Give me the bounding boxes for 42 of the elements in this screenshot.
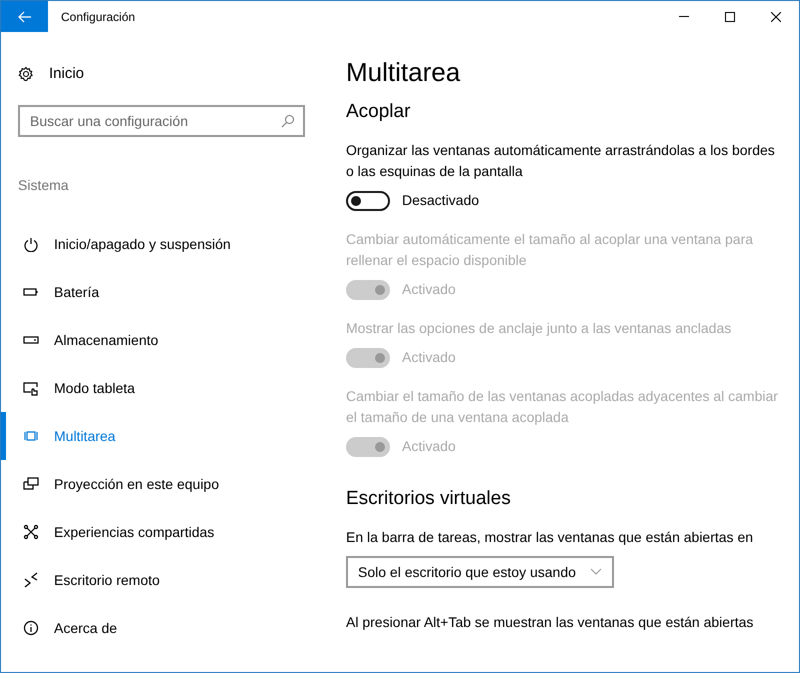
sidebar-item[interactable]: Batería: [1, 268, 321, 316]
toggle-state-label: Activado: [402, 348, 456, 367]
sidebar-item[interactable]: Escritorio remoto: [1, 556, 321, 604]
window-title: Configuración: [61, 8, 136, 26]
section-heading: Acoplar: [346, 100, 412, 124]
toggle-state-label: Desactivado: [402, 191, 480, 210]
back-arrow-icon: [18, 10, 32, 22]
search-icon: [281, 114, 295, 128]
sidebar-item[interactable]: Modo tableta: [1, 364, 321, 412]
toggle-switch[interactable]: [346, 190, 390, 210]
group-heading: Sistema: [18, 176, 70, 195]
minimize-icon: [679, 16, 689, 17]
sidebar-item[interactable]: Multitarea: [1, 412, 321, 460]
setting-description: Organizar las ventanas automáticamente arrastrándolas a los bordes o las esquinas de la pantalla: [346, 141, 776, 181]
sidebar-item[interactable]: Inicio/apagado y suspensión: [1, 220, 321, 268]
remote-desktop-icon: [23, 572, 39, 588]
projection-icon: [23, 476, 39, 492]
tablet-touch-icon: [23, 380, 39, 396]
setting-description: Al presionar Alt+Tab se muestran las ventanas que están abiertas: [346, 613, 754, 632]
info-icon: [23, 620, 39, 636]
back-button[interactable]: [1, 1, 48, 32]
close-icon: [771, 12, 781, 22]
toggle-state-label: Activado: [402, 280, 456, 299]
chevron-down-icon: [590, 568, 602, 576]
sidebar-item[interactable]: Acerca de: [1, 604, 321, 652]
power-icon: [23, 236, 39, 252]
gear-icon: [18, 66, 34, 82]
sidebar-item[interactable]: Proyección en este equipo: [1, 460, 321, 508]
section-heading: Escritorios virtuales: [346, 487, 512, 511]
page-title: Multitarea: [346, 56, 462, 89]
toggle-state-label: Activado: [402, 437, 456, 456]
sidebar-item[interactable]: Almacenamiento: [1, 316, 321, 364]
home-nav-item[interactable]: Inicio: [18, 59, 321, 89]
setting-description: Cambiar el tamaño de las ventanas acopladas adyacentes al cambiar el tamaño de una ventana acoplada: [346, 387, 779, 427]
sidebar-item[interactable]: Experiencias compartidas: [1, 508, 321, 556]
setting-description: Mostrar las opciones de anclaje junto a las ventanas ancladas: [346, 319, 732, 338]
dropdown[interactable]: Solo el escritorio que estoy usando: [346, 556, 614, 588]
setting-description: En la barra de tareas, mostrar las ventanas que están abiertas en: [346, 528, 754, 547]
search-field[interactable]: Buscar una configuración: [18, 105, 305, 137]
maximize-icon: [725, 12, 735, 22]
setting-description: Cambiar automáticamente el tamaño al acoplar una ventana para rellenar el espacio disponible: [346, 230, 754, 270]
share-icon: [23, 524, 39, 540]
